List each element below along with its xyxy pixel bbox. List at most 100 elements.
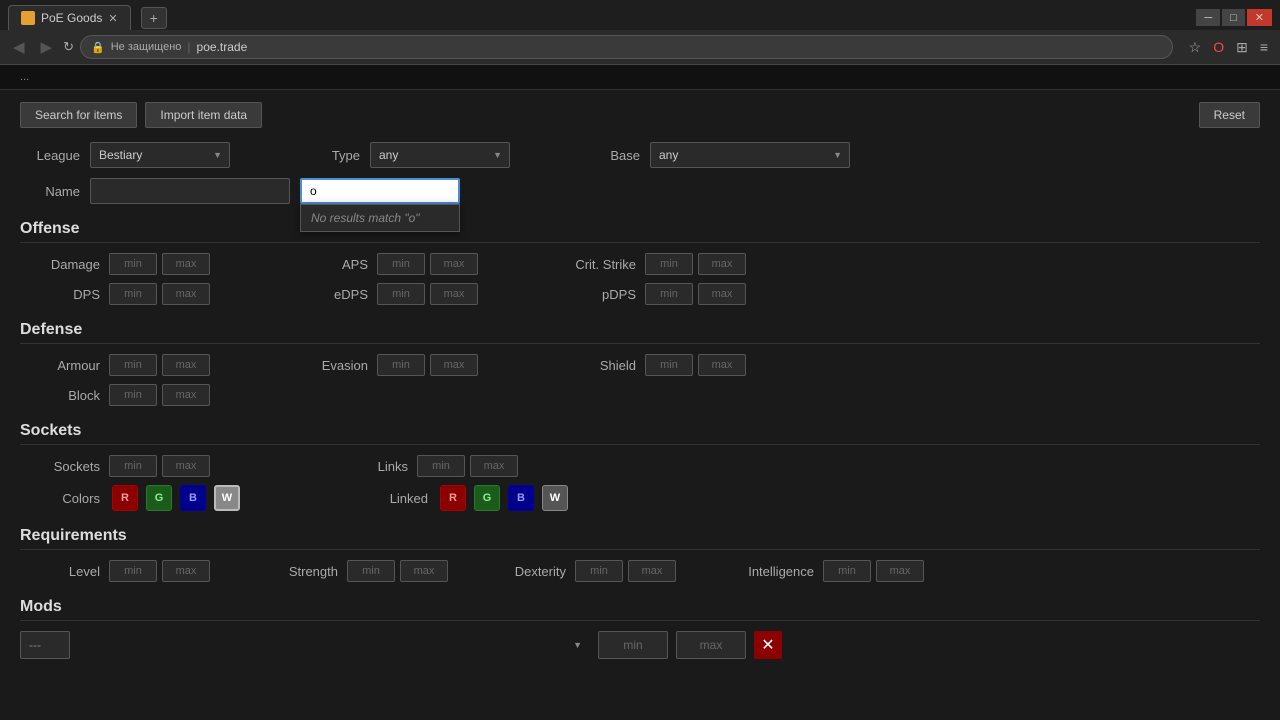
requirements-header: Requirements <box>20 527 1260 550</box>
pdps-min[interactable] <box>645 283 693 305</box>
name-input[interactable] <box>90 178 290 204</box>
block-max[interactable] <box>162 384 210 406</box>
search-items-button[interactable]: Search for items <box>20 102 137 128</box>
crit-max[interactable] <box>698 253 746 275</box>
armour-max[interactable] <box>162 354 210 376</box>
level-min[interactable] <box>109 560 157 582</box>
tab-title: PoE Goods <box>41 11 102 25</box>
offense-header: Offense <box>20 220 1260 243</box>
maximize-btn[interactable]: □ <box>1222 9 1245 26</box>
url-protocol: Не защищено <box>111 41 182 53</box>
league-select[interactable]: Bestiary Standard Hardcore <box>90 142 230 168</box>
strength-min[interactable] <box>347 560 395 582</box>
base-label: Base <box>580 148 640 163</box>
offense-row-2: DPS eDPS pDPS <box>20 283 1260 305</box>
opera-btn[interactable]: O <box>1209 37 1228 58</box>
sockets-min[interactable] <box>109 455 157 477</box>
pdps-label: pDPS <box>556 287 636 302</box>
close-btn[interactable]: ✕ <box>1247 9 1272 26</box>
armour-min[interactable] <box>109 354 157 376</box>
dps-item: DPS <box>20 283 220 305</box>
type-select[interactable]: any Normal Magic Rare Unique <box>370 142 510 168</box>
dexterity-item: Dexterity <box>496 560 696 582</box>
crit-min[interactable] <box>645 253 693 275</box>
dexterity-min[interactable] <box>575 560 623 582</box>
dps-min[interactable] <box>109 283 157 305</box>
shield-min[interactable] <box>645 354 693 376</box>
autocomplete-container: No results match "o" <box>300 178 460 204</box>
sockets-row-1: Sockets Links <box>20 455 1260 477</box>
color-g-btn[interactable]: G <box>146 485 172 511</box>
tab-close-btn[interactable]: ✕ <box>108 12 117 25</box>
nav-item-1: ... <box>20 71 29 83</box>
strength-max[interactable] <box>400 560 448 582</box>
links-max[interactable] <box>470 455 518 477</box>
linked-b-btn[interactable]: B <box>508 485 534 511</box>
intelligence-max[interactable] <box>876 560 924 582</box>
intelligence-item: Intelligence <box>734 560 934 582</box>
evasion-label: Evasion <box>288 358 368 373</box>
name-row: Name No results match "o" <box>20 178 1260 204</box>
aps-min[interactable] <box>377 253 425 275</box>
autocomplete-no-results: No results match "o" <box>301 205 459 231</box>
requirements-row: Level Strength Dexterity Intelligence <box>20 560 1260 582</box>
linked-r-btn[interactable]: R <box>440 485 466 511</box>
import-item-button[interactable]: Import item data <box>145 102 262 128</box>
block-label: Block <box>20 388 100 403</box>
autocomplete-input[interactable] <box>300 178 460 204</box>
damage-max[interactable] <box>162 253 210 275</box>
evasion-max[interactable] <box>430 354 478 376</box>
tab-favicon <box>21 11 35 25</box>
evasion-min[interactable] <box>377 354 425 376</box>
reset-button[interactable]: Reset <box>1199 102 1260 128</box>
window-controls: ─ □ ✕ <box>1196 9 1272 26</box>
shield-max[interactable] <box>698 354 746 376</box>
color-r-btn[interactable]: R <box>112 485 138 511</box>
refresh-button[interactable]: ↻ <box>63 39 74 55</box>
color-w-btn[interactable]: W <box>214 485 240 511</box>
bookmark-btn[interactable]: ☆ <box>1185 37 1206 58</box>
linked-label: Linked <box>348 491 428 506</box>
aps-item: APS <box>288 253 488 275</box>
sockets-label: Sockets <box>20 459 100 474</box>
linked-w-btn[interactable]: W <box>542 485 568 511</box>
active-tab[interactable]: PoE Goods ✕ <box>8 5 131 30</box>
links-min[interactable] <box>417 455 465 477</box>
base-select[interactable]: any <box>650 142 850 168</box>
address-bar[interactable]: 🔒 Не защищено | poe.trade <box>80 35 1173 59</box>
url-domain: poe.trade <box>197 40 248 54</box>
evasion-item: Evasion <box>288 354 488 376</box>
mod-min-input[interactable] <box>598 631 668 659</box>
damage-min[interactable] <box>109 253 157 275</box>
edps-max[interactable] <box>430 283 478 305</box>
mod-select[interactable]: --- <box>20 631 70 659</box>
intelligence-min[interactable] <box>823 560 871 582</box>
edps-min[interactable] <box>377 283 425 305</box>
level-max[interactable] <box>162 560 210 582</box>
forward-button[interactable]: ▶ <box>36 36 58 58</box>
level-label: Level <box>20 564 100 579</box>
league-type-row: League Bestiary Standard Hardcore Type a… <box>20 142 1260 168</box>
dps-max[interactable] <box>162 283 210 305</box>
back-button[interactable]: ◀ <box>8 36 30 58</box>
sockets-max[interactable] <box>162 455 210 477</box>
intelligence-label: Intelligence <box>734 564 814 579</box>
offense-row-1: Damage APS Crit. Strike <box>20 253 1260 275</box>
colors-label: Colors <box>20 491 100 506</box>
dexterity-max[interactable] <box>628 560 676 582</box>
minimize-btn[interactable]: ─ <box>1196 9 1220 26</box>
extensions-btn[interactable]: ⊞ <box>1232 37 1252 58</box>
menu-btn[interactable]: ≡ <box>1256 37 1272 58</box>
mod-max-input[interactable] <box>676 631 746 659</box>
armour-label: Armour <box>20 358 100 373</box>
pdps-max[interactable] <box>698 283 746 305</box>
color-b-btn[interactable]: B <box>180 485 206 511</box>
block-min[interactable] <box>109 384 157 406</box>
mod-delete-btn[interactable]: ✕ <box>754 631 782 659</box>
new-tab-button[interactable]: + <box>141 7 167 29</box>
aps-max[interactable] <box>430 253 478 275</box>
league-select-wrapper: Bestiary Standard Hardcore <box>90 142 230 168</box>
mod-row-1: --- ✕ <box>20 631 1260 659</box>
linked-g-btn[interactable]: G <box>474 485 500 511</box>
top-nav: ... <box>0 65 1280 90</box>
